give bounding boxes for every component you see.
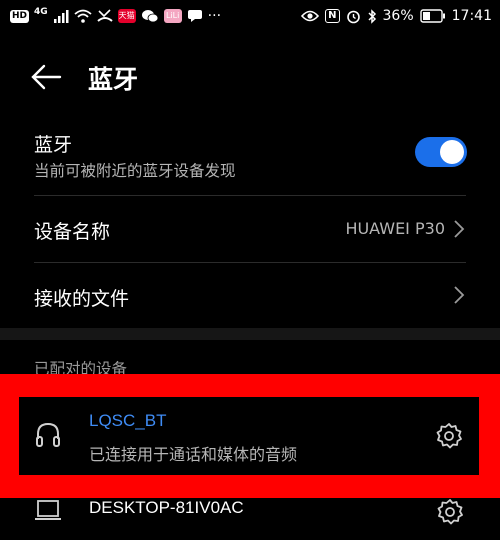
- hd-badge: HD: [10, 9, 30, 23]
- page-title: 蓝牙: [88, 65, 139, 94]
- battery-percent: 36%: [382, 8, 414, 24]
- wifi-icon: [74, 9, 92, 23]
- gear-icon[interactable]: [435, 422, 463, 450]
- headset-icon: [36, 422, 60, 447]
- section-separator: [0, 328, 500, 340]
- highlight-box: LQSC_BT 已连接用于通话和媒体的音频: [0, 374, 500, 498]
- tmall-app-icon: 天猫: [117, 9, 136, 23]
- device-name-row[interactable]: 设备名称 HUAWEI P30: [0, 196, 500, 262]
- wechat-icon: [141, 10, 159, 23]
- device-name-label: 设备名称: [34, 221, 111, 243]
- signal-icon: [53, 10, 69, 23]
- clock: 17:41: [451, 8, 492, 24]
- bluetooth-switch[interactable]: [415, 137, 467, 167]
- paired-device-item[interactable]: LQSC_BT 已连接用于通话和媒体的音频: [19, 397, 479, 475]
- chevron-right-icon: [454, 220, 465, 238]
- paired-device-name: LQSC_BT: [89, 411, 167, 430]
- chevron-right-icon: [454, 286, 465, 304]
- app-bar: 蓝牙: [0, 52, 500, 102]
- status-bar: HD 4G 天猫 LiLi ··· N 36% 17:41: [0, 0, 500, 36]
- lili-app-icon: LiLi: [163, 9, 182, 23]
- paired-device-status: 已连接用于通话和媒体的音频: [89, 445, 298, 464]
- device-name-value: HUAWEI P30: [345, 219, 445, 238]
- status-right: N 36% 17:41: [301, 8, 492, 24]
- nfc-icon: N: [325, 9, 340, 23]
- back-arrow-icon[interactable]: [30, 64, 62, 90]
- alarm-icon: [346, 10, 360, 23]
- network-type: 4G: [34, 7, 48, 17]
- laptop-icon: [35, 500, 61, 520]
- paired-device-item[interactable]: DESKTOP-81IV0AC: [0, 498, 500, 540]
- gear-icon[interactable]: [436, 498, 464, 526]
- eye-icon: [301, 10, 320, 22]
- received-files-row[interactable]: 接收的文件: [0, 263, 500, 327]
- bluetooth-visibility-text: 当前可被附近的蓝牙设备发现: [34, 162, 236, 180]
- switch-knob: [440, 140, 464, 164]
- battery-icon: [419, 9, 445, 23]
- chat-bubble-icon: [187, 10, 202, 22]
- paired-device-name: DESKTOP-81IV0AC: [89, 498, 244, 517]
- more-notifications: ···: [207, 8, 222, 24]
- bluetooth-status-icon: [367, 8, 376, 24]
- bluetooth-label: 蓝牙: [34, 134, 73, 156]
- received-files-label: 接收的文件: [34, 288, 130, 310]
- missed-call-icon: [97, 9, 113, 22]
- status-left: HD 4G 天猫 LiLi ···: [10, 7, 222, 24]
